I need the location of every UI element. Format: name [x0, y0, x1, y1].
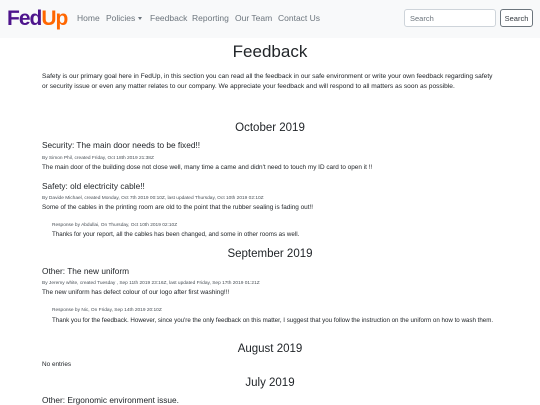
nav-policies-dropdown[interactable]: Policies — [106, 13, 143, 23]
brand-fed: Fed — [7, 7, 42, 30]
month-heading: August 2019 — [237, 343, 303, 355]
post-title: Safety: old electricity cable!! — [42, 181, 145, 191]
post-title: Other: The new uniform — [42, 266, 130, 276]
nav-policies-label: Policies — [106, 13, 136, 23]
response-body: Thanks for your report, all the cables h… — [52, 231, 300, 238]
response-meta: Response by Abdullai, On Thursday, Oct 1… — [52, 223, 178, 228]
post-body: The main door of the building dose not c… — [42, 164, 373, 171]
response-body: Thank you for the feedback. However, sin… — [52, 317, 494, 324]
post-meta: By Jeremy white, created Tuesday , Sep 1… — [42, 281, 260, 286]
nav-our-team-link[interactable]: Our Team — [235, 13, 272, 23]
empty-notice: No entries — [42, 361, 72, 368]
nav-contact-us-link[interactable]: Contact Us — [278, 13, 320, 23]
month-heading: October 2019 — [235, 122, 305, 134]
navbar: Fed Up Home Policies Feedback Reporting O… — [0, 0, 540, 38]
search-button[interactable]: Search — [500, 9, 533, 27]
post-meta: By Simon Phil, created Friday, Oct 18th … — [42, 156, 154, 161]
brand-logo[interactable]: Fed Up — [7, 6, 68, 32]
post-title: Security: The main door needs to be fixe… — [42, 140, 201, 150]
post-meta: By Davide Michael, created Monday, Oct 7… — [42, 196, 264, 201]
post-title: Other: Ergonomic environment issue. — [42, 395, 179, 405]
brand-up: Up — [41, 7, 68, 30]
nav-reporting-link[interactable]: Reporting — [192, 13, 229, 23]
post-body: The new uniform has defect colour of our… — [42, 289, 230, 296]
page-title: Feedback — [232, 42, 308, 61]
month-heading: July 2019 — [245, 377, 295, 389]
response-meta: Response by Nic, On Friday, Sep 14th 201… — [52, 308, 162, 313]
caret-down-icon — [138, 17, 143, 21]
nav-feedback-link[interactable]: Feedback — [150, 13, 187, 23]
nav-home-link[interactable]: Home — [77, 13, 100, 23]
post-body: Some of the cables in the printing room … — [42, 204, 314, 211]
month-heading: September 2019 — [227, 248, 313, 260]
search-input[interactable] — [404, 9, 496, 27]
intro-text: Safety is our primary goal here in FedUp… — [42, 73, 493, 90]
